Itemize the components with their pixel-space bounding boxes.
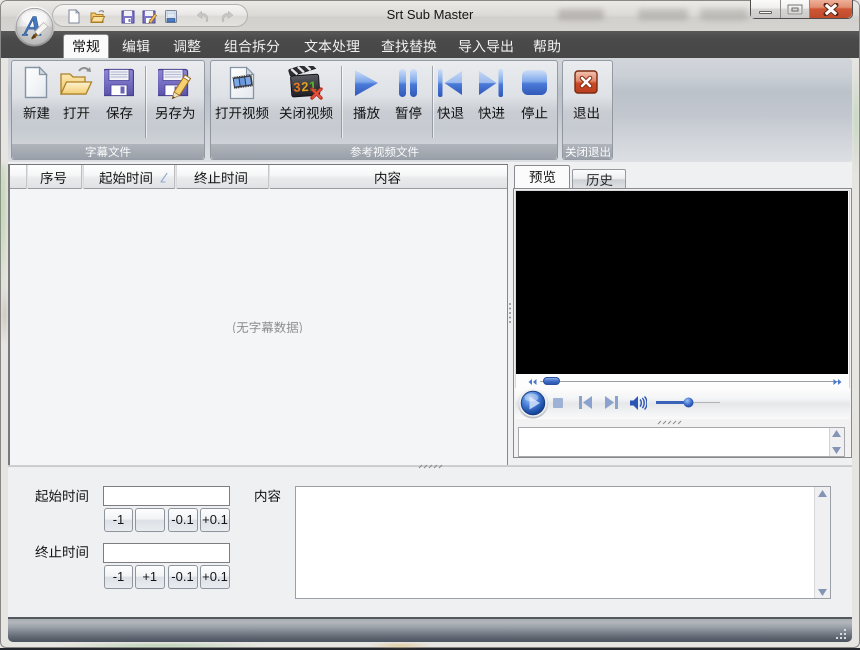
svg-text:3: 3 <box>293 79 301 94</box>
svg-text:2: 2 <box>301 79 309 94</box>
